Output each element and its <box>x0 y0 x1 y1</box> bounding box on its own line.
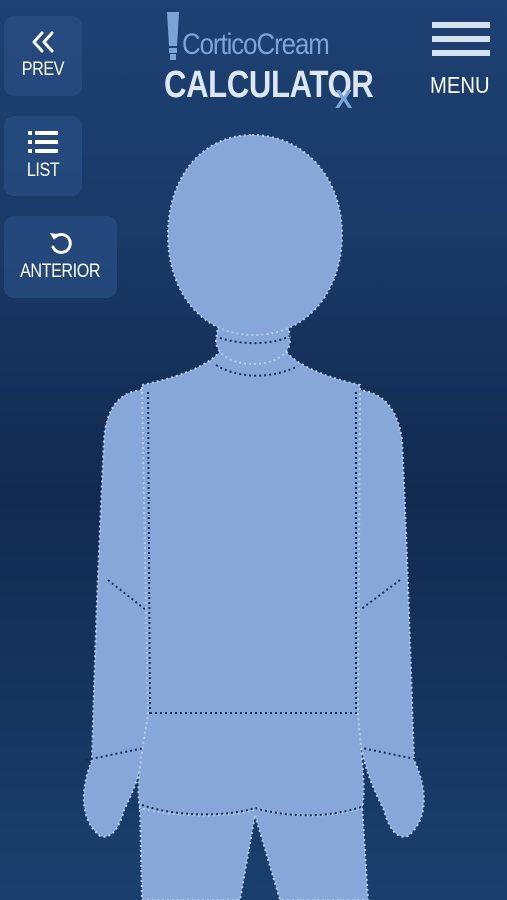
cream-tube-icon <box>167 12 179 60</box>
body-region-trunk[interactable] <box>137 344 365 817</box>
view-toggle-button[interactable]: ANTERIOR <box>4 216 117 298</box>
logo-title-top: CorticoCream <box>182 28 330 61</box>
prev-label: PREV <box>21 59 65 80</box>
menu-button[interactable]: MENU <box>430 22 496 102</box>
logo-suffix: X <box>335 84 353 114</box>
view-label: ANTERIOR <box>20 261 101 282</box>
menu-label: MENU <box>430 72 490 98</box>
body-region-legs[interactable] <box>138 804 370 900</box>
list-icon <box>28 131 58 153</box>
list-button[interactable]: LIST <box>4 116 82 196</box>
prev-button[interactable]: PREV <box>4 16 82 96</box>
body-region-head[interactable] <box>166 133 344 337</box>
double-chevron-left-icon <box>32 31 54 53</box>
body-region-left-arm[interactable] <box>355 388 425 838</box>
list-label: LIST <box>26 160 60 181</box>
app-logo: CorticoCream CALCULATOR X <box>160 6 374 114</box>
rotate-icon <box>49 232 72 254</box>
